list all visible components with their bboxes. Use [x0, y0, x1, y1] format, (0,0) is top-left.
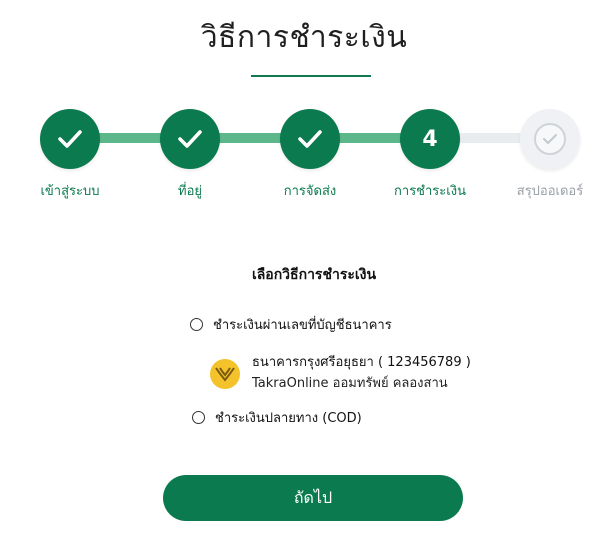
- check-icon: [543, 134, 557, 144]
- step-5-label: สรุปออเดอร์: [516, 184, 584, 199]
- bank-name: ธนาคารกรุงศรีอยุธยา ( 123456789 ): [252, 355, 471, 370]
- step-4-label: การชำระเงิน: [394, 184, 466, 199]
- step-3-label: การจัดส่ง: [283, 184, 337, 199]
- radio-button[interactable]: [190, 318, 203, 331]
- option-label: ชำระเงินปลายทาง (COD): [215, 411, 362, 426]
- step-3-circle: [280, 109, 340, 169]
- step-1-circle: [40, 109, 100, 169]
- payment-option-bank-transfer[interactable]: ชำระเงินผ่านเลขที่บัญชีธนาคาร: [190, 314, 392, 335]
- payment-method-page: วิธีการชำระเงิน 4 เข้าสู่ระบบ ที่อยู่ กา…: [0, 0, 608, 541]
- step-5-inner: [534, 123, 566, 155]
- check-icon: [298, 130, 322, 148]
- step-1-label: เข้าสู่ระบบ: [40, 184, 100, 199]
- step-5-circle: [520, 109, 580, 169]
- bank-account-name: TakraOnline ออมทรัพย์ คลองสาน: [252, 376, 448, 391]
- title-underline: [251, 75, 371, 77]
- step-2-circle: [160, 109, 220, 169]
- radio-button[interactable]: [192, 411, 205, 424]
- bank-logo-icon: [210, 358, 240, 389]
- progress-track-completed: [70, 133, 430, 143]
- section-title: เลือกวิธีการชำระเงิน: [251, 267, 377, 283]
- step-4-circle: 4: [400, 109, 460, 169]
- step-4-number: 4: [422, 126, 438, 152]
- step-2-label: ที่อยู่: [178, 184, 202, 199]
- bank-info: ธนาคารกรุงศรีอยุธยา ( 123456789 ) TakraO…: [210, 354, 471, 393]
- next-button[interactable]: ถัดไป: [163, 475, 463, 521]
- page-title: วิธีการชำระเงิน: [200, 20, 408, 55]
- check-icon: [178, 130, 202, 148]
- check-icon: [58, 130, 82, 148]
- option-label: ชำระเงินผ่านเลขที่บัญชีธนาคาร: [213, 318, 392, 333]
- payment-option-cod[interactable]: ชำระเงินปลายทาง (COD): [192, 407, 362, 428]
